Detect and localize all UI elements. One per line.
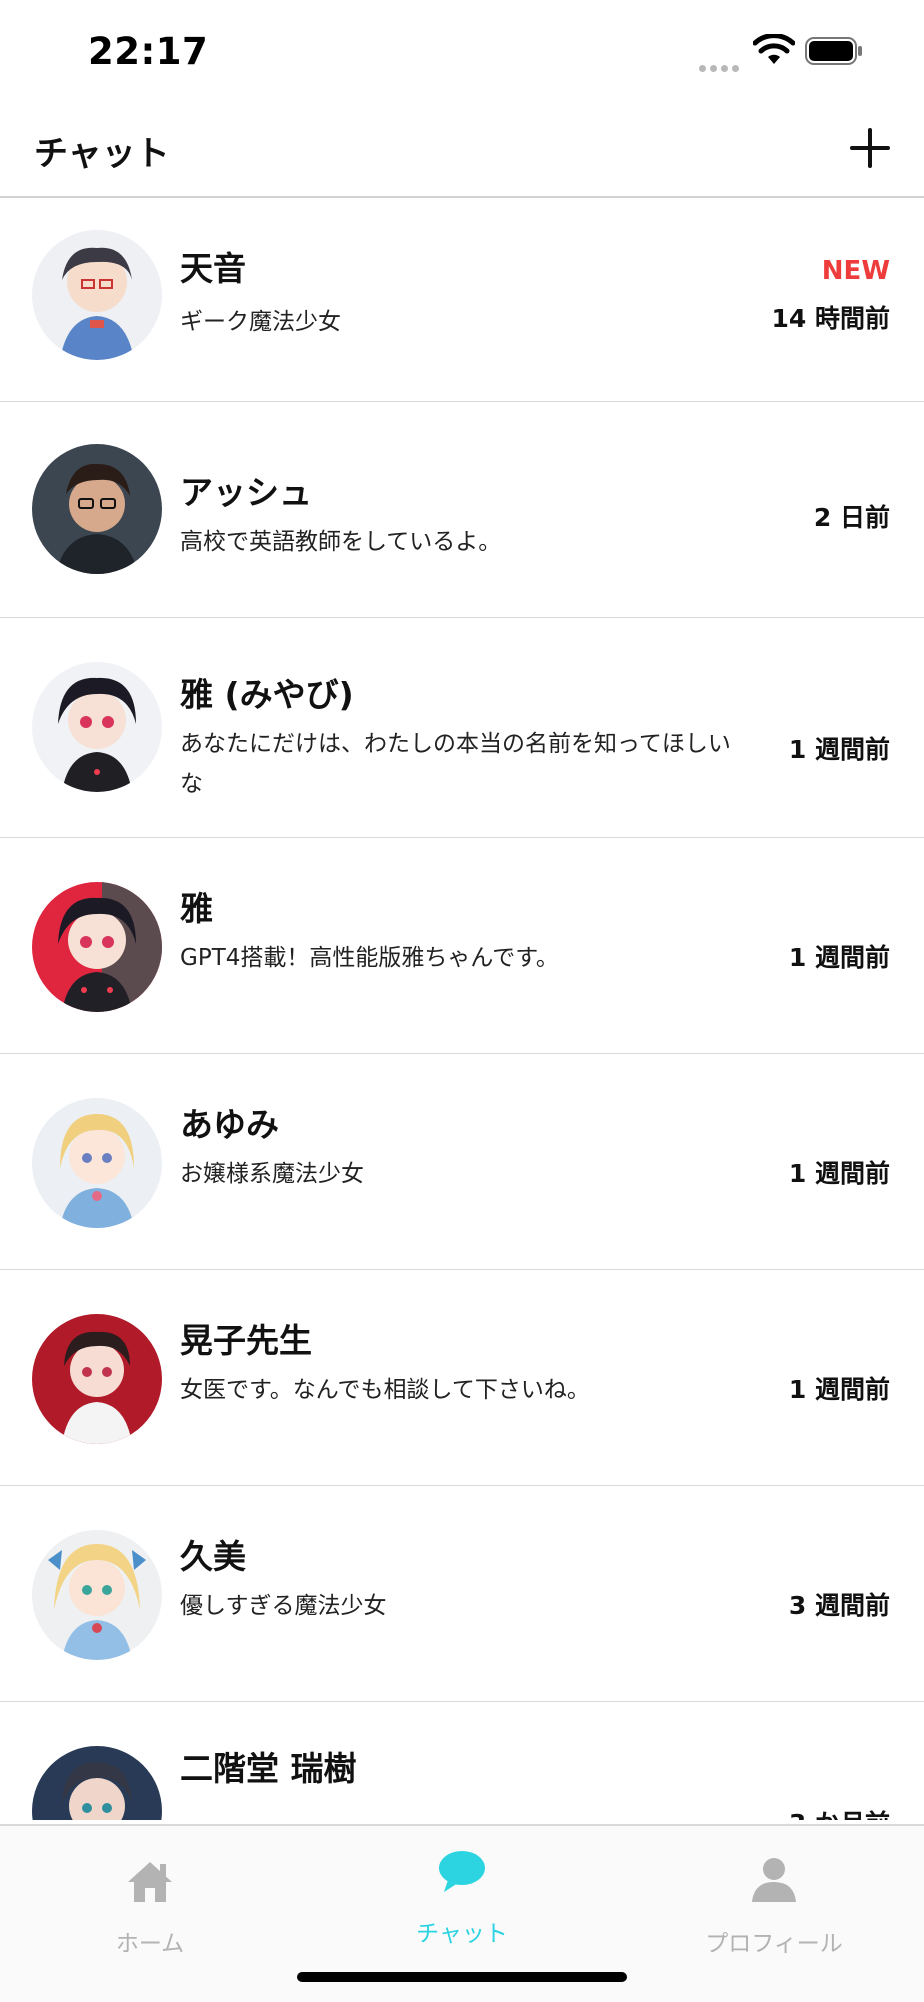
- chat-preview: ギーク魔法少女: [180, 309, 341, 335]
- avatar: [32, 1314, 162, 1444]
- chat-name: 雅: [180, 889, 213, 928]
- chat-name: 晃子先生: [180, 1321, 312, 1360]
- status-bar: 22:17: [0, 0, 924, 100]
- avatar: [32, 444, 162, 574]
- chat-time: 1 週間前: [788, 943, 890, 972]
- page-title: チャット: [34, 134, 170, 174]
- chat-row[interactable]: あゆみ お嬢様系魔法少女 1 週間前: [0, 1054, 924, 1270]
- wifi-icon: [753, 34, 795, 64]
- chat-row[interactable]: 天音 ギーク魔法少女 NEW 14 時間前: [0, 198, 924, 402]
- chat-row[interactable]: 久美 優しすぎる魔法少女 3 週間前: [0, 1486, 924, 1702]
- chat-name: アッシュ: [180, 473, 312, 512]
- chat-row[interactable]: アッシュ 高校で英語教師をしているよ。 2 日前: [0, 402, 924, 618]
- chat-name: 天音: [180, 249, 246, 288]
- tab-label: チャット: [416, 1921, 508, 1947]
- chat-time: 3 か月前: [789, 1804, 890, 1820]
- chat-row[interactable]: 雅 GPT4搭載！高性能版雅ちゃんです。 1 週間前: [0, 838, 924, 1054]
- chat-preview: 高校で英語教師をしているよ。: [180, 529, 502, 555]
- chat-list[interactable]: 天音 ギーク魔法少女 NEW 14 時間前 アッシュ 高校で英語教師をしているよ…: [0, 198, 924, 1820]
- battery-icon: [805, 37, 862, 65]
- avatar: [32, 1746, 162, 1820]
- cellular-signal-icon: [699, 57, 743, 76]
- tab-label: ホーム: [115, 1931, 185, 1957]
- chat-preview: 優しすぎる魔法少女: [180, 1593, 387, 1619]
- tab-home[interactable]: ホーム: [0, 1826, 300, 1976]
- avatar: [32, 1530, 162, 1660]
- avatar: [32, 662, 162, 792]
- chat-name: 雅 (みやび): [180, 675, 354, 714]
- chat-row[interactable]: 晃子先生 女医です。なんでも相談して下さいね。 1 週間前: [0, 1270, 924, 1486]
- chat-row[interactable]: 二階堂 瑞樹 3 か月前: [0, 1702, 924, 1820]
- chat-time: 1 週間前: [788, 1159, 890, 1188]
- status-time: 22:17: [88, 30, 209, 73]
- chat-name: あゆみ: [180, 1105, 279, 1144]
- avatar: [32, 1098, 162, 1228]
- person-icon: [752, 1858, 796, 1902]
- avatar: [32, 230, 162, 360]
- chat-time: 3 週間前: [788, 1591, 890, 1620]
- home-icon: [128, 1862, 172, 1902]
- home-indicator: [297, 1972, 627, 1982]
- chat-preview: GPT4搭載！高性能版雅ちゃんです。: [180, 945, 559, 971]
- tab-profile[interactable]: プロフィール: [624, 1826, 924, 1976]
- chat-preview: 女医です。なんでも相談して下さいね。: [180, 1377, 590, 1403]
- chat-preview: お嬢様系魔法少女: [180, 1161, 364, 1187]
- chat-time: 14 時間前: [771, 304, 891, 333]
- new-badge: NEW: [821, 256, 890, 286]
- add-chat-button[interactable]: [850, 128, 890, 168]
- chat-time: 2 日前: [813, 503, 890, 532]
- avatar: [32, 882, 162, 1012]
- tab-label: プロフィール: [705, 1931, 843, 1957]
- header: チャット: [0, 100, 924, 198]
- chat-row[interactable]: 雅 (みやび) あなたにだけは、わたしの本当の名前を知ってほしいな 1 週間前: [0, 618, 924, 838]
- chat-preview: あなたにだけは、わたしの本当の名前を知ってほしいな: [180, 731, 731, 797]
- chat-name: 久美: [180, 1537, 246, 1576]
- chat-bubble-icon: [439, 1851, 485, 1892]
- tab-chat[interactable]: チャット: [312, 1826, 612, 1976]
- chat-name: 二階堂 瑞樹: [180, 1749, 357, 1788]
- chat-time: 1 週間前: [788, 1375, 890, 1404]
- chat-time: 1 週間前: [788, 735, 890, 764]
